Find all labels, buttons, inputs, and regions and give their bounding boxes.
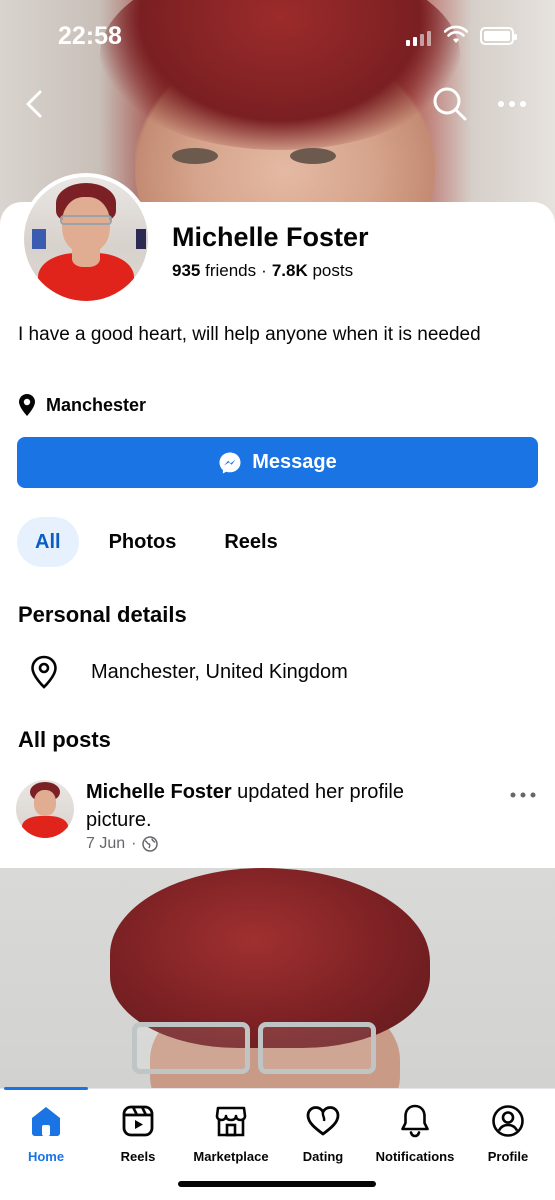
meta-separator: ·	[131, 835, 137, 852]
globe-icon	[142, 836, 159, 852]
nav-marketplace[interactable]: Marketplace	[185, 1101, 277, 1164]
back-button[interactable]	[20, 86, 50, 122]
post-photo[interactable]	[0, 868, 555, 1090]
search-icon	[433, 87, 467, 121]
tab-reels[interactable]: Reels	[206, 517, 295, 567]
posts-count: 7.8K	[271, 261, 308, 280]
more-horizontal-icon	[510, 792, 536, 798]
location-pin-icon	[19, 394, 35, 416]
post-headline: Michelle Foster updated her profile pict…	[86, 778, 466, 834]
more-horizontal-icon	[498, 101, 526, 107]
post-author[interactable]: Michelle Foster	[86, 781, 232, 803]
nav-label: Dating	[302, 1149, 344, 1164]
post-options-button[interactable]	[508, 788, 538, 802]
glasses-right-lens	[258, 1022, 376, 1074]
posts-label: posts	[312, 261, 354, 280]
nav-home[interactable]: Home	[0, 1101, 92, 1164]
active-tab-indicator	[4, 1087, 88, 1090]
post-date[interactable]: 7 Jun	[86, 835, 125, 853]
location-outline-icon	[31, 655, 57, 689]
nav-reels[interactable]: Reels	[92, 1101, 184, 1164]
chevron-left-icon	[26, 90, 42, 118]
reels-icon	[122, 1105, 154, 1137]
personal-detail-location: Manchester, United Kingdom	[30, 655, 348, 689]
profile-icon	[492, 1105, 524, 1137]
glasses-left-lens	[132, 1022, 250, 1074]
avatar[interactable]	[16, 780, 74, 838]
nav-label: Notifications	[375, 1149, 455, 1164]
detail-location-text: Manchester, United Kingdom	[91, 660, 348, 683]
more-options-button[interactable]	[494, 92, 530, 116]
cover-eye-left	[172, 148, 218, 164]
profile-name: Michelle Foster	[172, 222, 369, 252]
home-icon	[32, 1107, 60, 1136]
avatar	[24, 177, 148, 301]
post-meta: 7 Jun ·	[86, 835, 159, 853]
messenger-icon	[219, 452, 241, 473]
personal-details-heading: Personal details	[18, 602, 187, 627]
nav-profile[interactable]: Profile	[462, 1101, 554, 1164]
marketplace-icon	[215, 1106, 247, 1137]
nav-dating[interactable]: Dating	[277, 1101, 369, 1164]
home-indicator	[178, 1181, 376, 1187]
all-posts-heading: All posts	[18, 727, 111, 752]
status-time: 22:58	[58, 22, 122, 50]
tab-photos[interactable]: Photos	[91, 517, 195, 567]
battery-icon	[480, 27, 517, 45]
signal-icon	[406, 28, 431, 46]
stats-separator: ·	[261, 261, 267, 280]
post-header: Michelle Foster updated her profile pict…	[16, 778, 546, 858]
message-button-label: Message	[252, 451, 337, 473]
profile-avatar[interactable]	[20, 173, 152, 305]
tab-all[interactable]: All	[17, 517, 79, 567]
friends-count[interactable]: 935	[172, 261, 200, 280]
cover-eye-right	[290, 148, 336, 164]
profile-stats: 935 friends · 7.8K posts	[172, 261, 353, 281]
nav-label: Home	[27, 1149, 65, 1164]
bell-icon	[401, 1104, 429, 1138]
profile-bio: I have a good heart, will help anyone wh…	[18, 324, 481, 345]
profile-tabs: All Photos Reels	[17, 517, 296, 567]
nav-label: Marketplace	[193, 1149, 269, 1164]
nav-notifications[interactable]: Notifications	[369, 1101, 461, 1164]
message-button[interactable]: Message	[17, 437, 538, 488]
nav-label: Reels	[120, 1149, 156, 1164]
nav-label: Profile	[487, 1149, 529, 1164]
dating-icon	[306, 1106, 340, 1136]
wifi-icon	[444, 25, 468, 43]
friends-label[interactable]: friends	[205, 261, 256, 280]
profile-location: Manchester	[18, 393, 146, 417]
search-button[interactable]	[430, 84, 470, 124]
status-bar: 22:58	[0, 0, 555, 70]
location-text: Manchester	[46, 394, 147, 415]
